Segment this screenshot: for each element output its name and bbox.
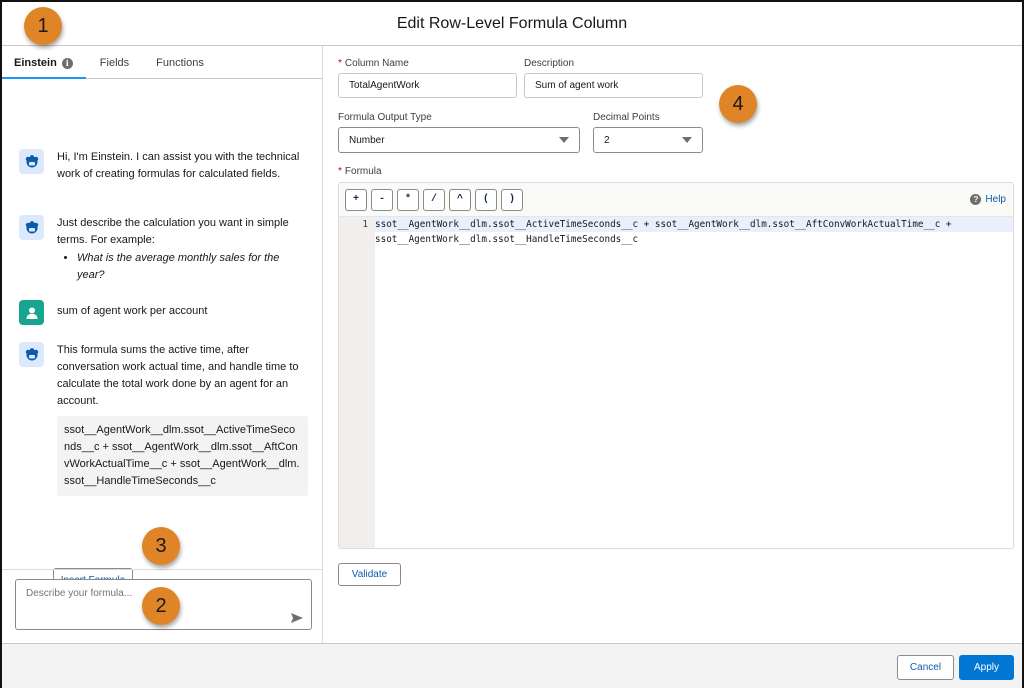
dialog: Edit Row-Level Formula Column Einstein i… bbox=[0, 0, 1024, 688]
tab-einstein-label: Einstein bbox=[14, 57, 57, 69]
cancel-button[interactable]: Cancel bbox=[897, 655, 954, 680]
panel-tabs: Einstein i Fields Functions bbox=[2, 46, 322, 79]
decimal-points-label: Decimal Points bbox=[593, 112, 660, 123]
message-body: This formula sums the active time, after… bbox=[57, 344, 299, 407]
message-text: Just describe the calculation you want i… bbox=[57, 215, 302, 284]
message-text: sum of agent work per account bbox=[57, 305, 208, 317]
einstein-bot-icon bbox=[19, 342, 44, 367]
line-gutter bbox=[339, 217, 375, 548]
send-icon[interactable] bbox=[291, 613, 303, 623]
column-name-label-text: Column Name bbox=[344, 58, 409, 69]
formula-label-text: Formula bbox=[344, 166, 382, 177]
operator-open-paren-button[interactable]: ( bbox=[475, 188, 497, 211]
message-text: This formula sums the active time, after… bbox=[57, 342, 308, 496]
output-type-select[interactable]: Number bbox=[338, 127, 580, 153]
tab-einstein[interactable]: Einstein i bbox=[2, 57, 86, 79]
help-icon: ? bbox=[970, 194, 982, 205]
example-list: What is the average monthly sales for th… bbox=[77, 250, 302, 284]
formula-label: * Formula bbox=[338, 166, 382, 177]
decimal-points-select[interactable]: 2 bbox=[593, 127, 703, 153]
help-label: Help bbox=[985, 194, 1006, 205]
tab-functions-label: Functions bbox=[156, 57, 204, 69]
required-marker: * bbox=[338, 58, 342, 69]
column-name-input[interactable] bbox=[338, 73, 517, 98]
message-body: Just describe the calculation you want i… bbox=[57, 217, 289, 246]
callout-marker: 3 bbox=[142, 527, 180, 565]
example-item: What is the average monthly sales for th… bbox=[77, 250, 302, 284]
dialog-title: Edit Row-Level Formula Column bbox=[396, 14, 628, 32]
chat-message: Hi, I'm Einstein. I can assist you with … bbox=[19, 149, 302, 183]
callout-marker: 2 bbox=[142, 587, 180, 625]
chat-message: This formula sums the active time, after… bbox=[19, 342, 308, 496]
formula-form: *Column Name Description Formula Output … bbox=[324, 46, 1024, 643]
line-number: 1 bbox=[362, 219, 368, 230]
description-input[interactable] bbox=[524, 73, 703, 98]
formula-suggestion: ssot__AgentWork__dlm.ssot__ActiveTimeSec… bbox=[57, 416, 308, 496]
tab-functions[interactable]: Functions bbox=[156, 57, 217, 78]
dialog-footer: Cancel Apply bbox=[2, 643, 1022, 688]
operator-divide-button[interactable]: / bbox=[423, 188, 445, 211]
apply-button[interactable]: Apply bbox=[959, 655, 1014, 680]
dialog-header: Edit Row-Level Formula Column bbox=[2, 2, 1022, 46]
chevron-down-icon bbox=[559, 137, 569, 143]
callout-marker: 4 bbox=[719, 85, 757, 123]
output-type-value: Number bbox=[349, 134, 385, 146]
decimal-points-value: 2 bbox=[604, 134, 610, 146]
operator-multiply-button[interactable]: * bbox=[397, 188, 419, 211]
einstein-bot-icon bbox=[19, 215, 44, 240]
column-name-label: * Column Name bbox=[338, 58, 409, 69]
output-type-label: Formula Output Type bbox=[338, 112, 432, 123]
validate-button[interactable]: Validate bbox=[338, 563, 401, 586]
callout-marker: 1 bbox=[24, 7, 62, 45]
tab-fields[interactable]: Fields bbox=[100, 57, 142, 78]
chevron-down-icon bbox=[682, 137, 692, 143]
chat-message: Just describe the calculation you want i… bbox=[19, 215, 302, 284]
formula-code-line[interactable]: ssot__AgentWork__dlm.ssot__HandleTimeSec… bbox=[375, 232, 638, 247]
tab-fields-label: Fields bbox=[99, 57, 130, 69]
operator-power-button[interactable]: ^ bbox=[449, 188, 471, 211]
operator-toolbar: + - * / ^ ( ) ? Help bbox=[339, 183, 1013, 217]
info-icon[interactable]: i bbox=[61, 57, 73, 69]
chat-message-user: sum of agent work per account bbox=[19, 300, 302, 325]
help-link[interactable]: ? Help bbox=[970, 194, 1006, 205]
operator-plus-button[interactable]: + bbox=[345, 188, 367, 211]
operator-close-paren-button[interactable]: ) bbox=[501, 188, 523, 211]
formula-editor: + - * / ^ ( ) ? Help 1 ssot__AgentWork__… bbox=[338, 182, 1014, 549]
chat-history: Hi, I'm Einstein. I can assist you with … bbox=[2, 80, 322, 592]
einstein-bot-icon bbox=[19, 149, 44, 174]
user-icon bbox=[19, 300, 44, 325]
message-text: Hi, I'm Einstein. I can assist you with … bbox=[57, 151, 300, 180]
description-label: Description bbox=[524, 58, 575, 69]
operator-minus-button[interactable]: - bbox=[371, 188, 393, 211]
required-marker: * bbox=[338, 166, 342, 177]
formula-code-line[interactable]: ssot__AgentWork__dlm.ssot__ActiveTimeSec… bbox=[375, 217, 952, 232]
